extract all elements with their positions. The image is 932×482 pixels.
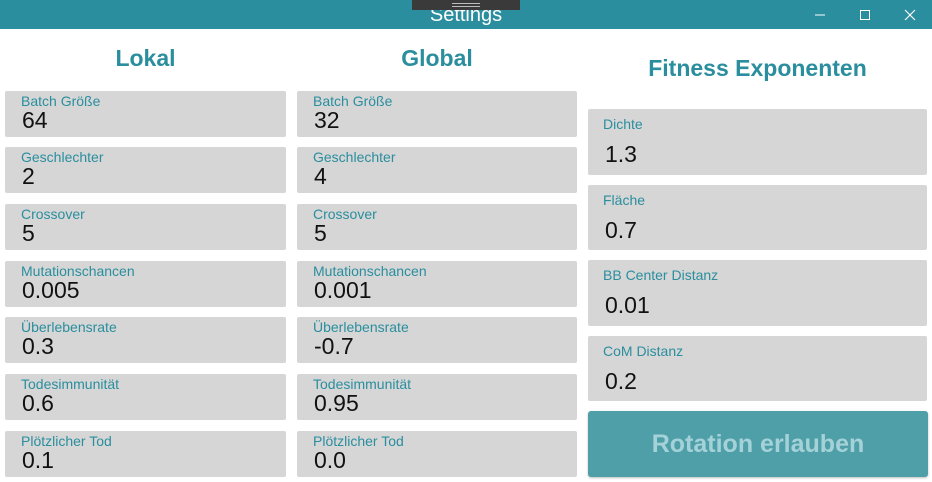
field-value[interactable]: 32 — [314, 107, 340, 134]
minimize-button[interactable] — [798, 0, 842, 29]
field-label: Fläche — [603, 192, 646, 208]
field-global-batch-size[interactable]: Batch Größe 32 — [297, 91, 577, 137]
field-value[interactable]: 0.01 — [605, 292, 650, 319]
field-fitness-dichte[interactable]: Dichte 1.3 — [588, 109, 927, 175]
field-global-ueberlebensrate[interactable]: Überlebensrate -0.7 — [297, 317, 577, 363]
field-label: BB Center Distanz — [603, 267, 719, 283]
field-value[interactable]: 2 — [22, 163, 35, 190]
field-lokal-mutationschancen[interactable]: Mutationschancen 0.005 — [5, 261, 286, 307]
heading-lokal: Lokal — [115, 45, 176, 71]
field-global-ploetzlicher-tod[interactable]: Plötzlicher Tod 0.0 — [297, 431, 577, 477]
field-value[interactable]: 0.1 — [22, 447, 54, 474]
field-fitness-bb-center-distanz[interactable]: BB Center Distanz 0.01 — [588, 260, 927, 326]
maximize-button[interactable] — [843, 0, 887, 29]
drag-grip-line — [452, 6, 480, 7]
field-value[interactable]: 4 — [314, 163, 327, 190]
field-lokal-crossover[interactable]: Crossover 5 — [5, 204, 286, 250]
field-lokal-batch-size[interactable]: Batch Größe 64 — [5, 91, 286, 137]
field-value[interactable]: 0.001 — [314, 277, 372, 304]
field-value[interactable]: 5 — [314, 220, 327, 247]
field-lokal-todesimmunitaet[interactable]: Todesimmunität 0.6 — [5, 374, 286, 420]
field-label: Dichte — [603, 116, 643, 132]
field-value[interactable]: 5 — [22, 220, 35, 247]
field-global-todesimmunitaet[interactable]: Todesimmunität 0.95 — [297, 374, 577, 420]
field-global-geschlechter[interactable]: Geschlechter 4 — [297, 147, 577, 193]
field-value[interactable]: 0.3 — [22, 333, 54, 360]
field-lokal-geschlechter[interactable]: Geschlechter 2 — [5, 147, 286, 193]
field-value[interactable]: 64 — [22, 107, 48, 134]
field-global-crossover[interactable]: Crossover 5 — [297, 204, 577, 250]
heading-fitness-exponenten: Fitness Exponenten — [648, 55, 867, 81]
field-global-mutationschancen[interactable]: Mutationschancen 0.001 — [297, 261, 577, 307]
field-fitness-com-distanz[interactable]: CoM Distanz 0.2 — [588, 336, 927, 401]
field-lokal-ploetzlicher-tod[interactable]: Plötzlicher Tod 0.1 — [5, 431, 286, 477]
field-fitness-flaeche[interactable]: Fläche 0.7 — [588, 185, 927, 250]
field-value[interactable]: 0.7 — [605, 217, 637, 244]
drag-handle[interactable] — [412, 0, 520, 10]
field-value[interactable]: 0.95 — [314, 390, 359, 417]
title-bar[interactable]: Settings — [0, 0, 932, 29]
field-value[interactable]: 0.6 — [22, 390, 54, 417]
heading-global: Global — [401, 45, 473, 71]
field-label: CoM Distanz — [603, 343, 684, 359]
minimize-icon — [815, 14, 825, 15]
close-icon — [904, 9, 916, 20]
field-value[interactable]: 1.3 — [605, 141, 637, 168]
field-lokal-ueberlebensrate[interactable]: Überlebensrate 0.3 — [5, 317, 286, 363]
field-value[interactable]: 0.005 — [22, 277, 80, 304]
rotation-erlauben-button[interactable]: Rotation erlauben — [588, 411, 928, 477]
field-value[interactable]: 0.2 — [605, 368, 637, 395]
close-button[interactable] — [888, 0, 932, 29]
field-value[interactable]: 0.0 — [314, 447, 346, 474]
drag-grip-line — [452, 3, 480, 4]
maximize-icon — [860, 9, 870, 20]
field-value[interactable]: -0.7 — [314, 333, 354, 360]
